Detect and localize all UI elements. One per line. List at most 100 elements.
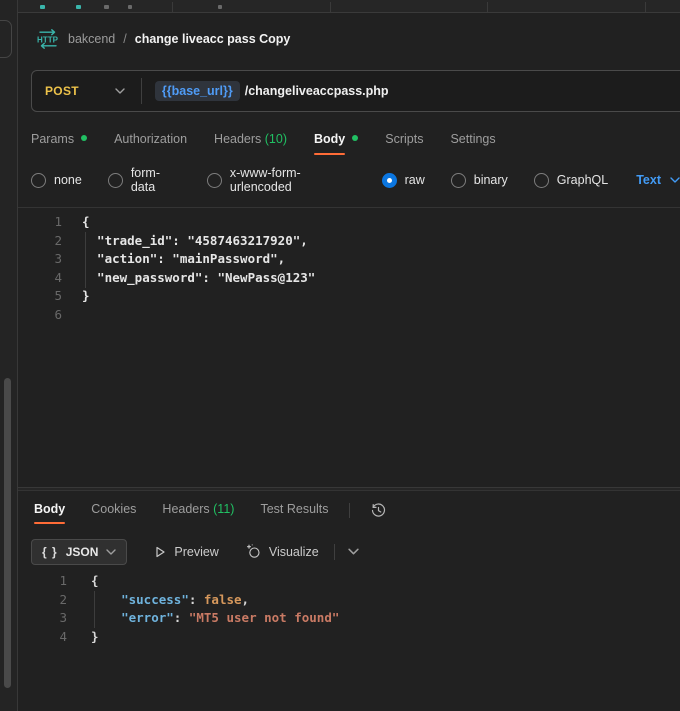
tab-cookies[interactable]: Cookies [91,502,136,530]
raw-format-dropdown[interactable]: Text [636,173,680,187]
body-mode-x-www-form-urlencoded[interactable]: x-www-form-urlencoded [207,166,356,194]
tab-label: Headers (11) [162,502,234,516]
chevron-down-icon[interactable] [348,548,359,555]
token-punct: , [242,592,250,607]
line-number: 2 [18,232,62,251]
radio-graphql [534,173,549,188]
line-number: 1 [18,213,62,232]
body-mode-graphql[interactable]: GraphQL [534,173,608,188]
code-text: "error": "MT5 user not found" [67,609,339,628]
tab-divider [645,2,646,12]
body-mode-raw[interactable]: raw [382,173,425,188]
radio-none [31,173,46,188]
body-mode-label: raw [405,173,425,187]
preview-label: Preview [174,545,218,559]
response-format-dropdown[interactable]: { } JSON [31,539,127,565]
tab-label: Settings [450,132,495,146]
token-bool: false [204,592,242,607]
indent-guide [85,232,86,288]
code-text: } [67,628,99,647]
unsaved-dot [352,135,358,141]
tab-params[interactable]: Params [31,132,87,158]
postman-window: HTTP bakcend / change liveacc pass Copy … [0,0,680,711]
tab-label: Body [314,132,345,146]
code-text: "action": "mainPassword", [62,250,285,269]
sidebar-button-fragment [0,20,12,58]
code-line: 5} [18,287,680,306]
radio-binary [451,173,466,188]
code-line: 1{ [18,572,680,591]
left-sidebar-edge [0,0,18,711]
tab-label: Headers (10) [214,132,287,146]
tab-label: Params [31,132,74,146]
tab-count-badge: (11) [210,502,235,516]
token-key: "error" [121,610,174,625]
token-punct: } [91,629,99,644]
visualize-label: Visualize [269,545,319,559]
code-text: } [62,287,90,306]
code-line: 1{ [18,213,680,232]
breadcrumb-separator: / [123,32,126,46]
chevron-down-icon [106,549,116,555]
tab-scripts[interactable]: Scripts [385,132,423,158]
tab-divider [330,2,331,12]
tab-headers[interactable]: Headers (10) [214,132,287,158]
request-pane: HTTP bakcend / change liveacc pass Copy … [18,0,680,711]
line-number: 5 [18,287,62,306]
history-icon[interactable] [370,502,387,519]
tab-body[interactable]: Body [314,132,358,158]
request-tabs: Params Authorization Headers (10) Body Scrip… [18,120,680,158]
url-bar-divider [141,78,142,104]
radio-raw [382,173,397,188]
body-mode-label: none [54,173,82,187]
tab-test-results[interactable]: Test Results [260,502,328,530]
tab-label: Authorization [114,132,187,146]
tab-icon-fragment [76,5,81,9]
body-mode-label: form-data [131,166,181,194]
tab-divider [172,2,173,12]
response-tabs: Body Cookies Headers (11) Test Results [18,491,680,531]
visualize-button[interactable]: Visualize [246,544,319,559]
body-mode-none[interactable]: none [31,173,82,188]
code-text [62,306,82,325]
breadcrumb-collection[interactable]: bakcend [68,32,115,46]
body-mode-label: binary [474,173,508,187]
tab-text-fragment [104,5,109,9]
chevron-down-icon [115,88,125,94]
method-dropdown[interactable]: POST [32,71,141,111]
token-punct: : [174,610,189,625]
body-mode-binary[interactable]: binary [451,173,508,188]
tab-text-fragment [218,5,222,9]
sidebar-scrollbar[interactable] [4,378,11,688]
tab-settings[interactable]: Settings [450,132,495,158]
line-number: 3 [18,250,62,269]
unsaved-dot [81,135,87,141]
body-mode-form-data[interactable]: form-data [108,166,181,194]
response-toolbar: { } JSON Preview Visualize [18,531,680,567]
preview-button[interactable]: Preview [154,545,218,559]
request-body-editor[interactable]: 1{2 "trade_id": "4587463217920",3 "actio… [18,207,680,487]
base-url-variable-chip[interactable]: {{base_url}} [155,81,240,101]
tab-headers[interactable]: Headers (11) [162,502,234,530]
tab-authorization[interactable]: Authorization [114,132,187,158]
breadcrumb-request-name[interactable]: change liveacc pass Copy [135,32,291,46]
code-line: 6 [18,306,680,325]
token-string: "MT5 user not found" [189,610,340,625]
tab-label: Test Results [260,502,328,516]
tab-count-badge: (10) [261,132,287,146]
code-line: 2 "success": false, [18,591,680,610]
url-bar: POST {{base_url}} /changeliveaccpass.php [31,70,680,112]
token-key: "success" [121,592,189,607]
body-mode-label: GraphQL [557,173,608,187]
code-text: "new_password": "NewPass@123" [62,269,315,288]
method-label: POST [45,84,79,98]
body-mode-selector: none form-data x-www-form-urlencoded raw bin… [18,158,680,207]
response-tabs-divider [349,503,350,518]
line-number: 6 [18,306,62,325]
url-path-input[interactable]: /changeliveaccpass.php [245,84,389,98]
tab-label: Scripts [385,132,423,146]
code-line: 3 "action": "mainPassword", [18,250,680,269]
tab-body[interactable]: Body [34,502,65,530]
radio-x-www-form-urlencoded [207,173,222,188]
response-format-label: JSON [66,545,99,559]
